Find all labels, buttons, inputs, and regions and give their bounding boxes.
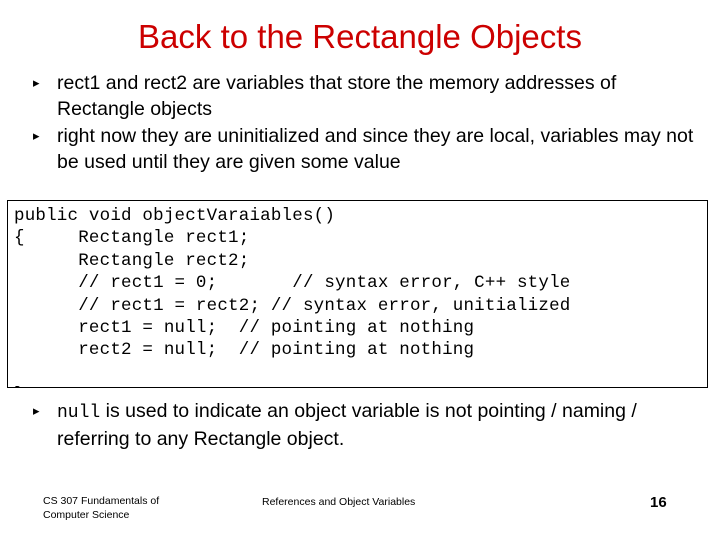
list-item-label-rest: is used to indicate an object variable i… bbox=[57, 400, 637, 450]
list-item-label: null is used to indicate an object varia… bbox=[57, 398, 702, 452]
list-item: ▸ null is used to indicate an object var… bbox=[0, 398, 720, 452]
bullet-marker-icon: ▸ bbox=[33, 75, 40, 90]
list-item-label: right now they are uninitialized and sin… bbox=[57, 125, 694, 173]
bullet-marker-icon: ▸ bbox=[33, 128, 40, 143]
list-item-label: rect1 and rect2 are variables that store… bbox=[57, 72, 617, 120]
list-item: ▸ rect1 and rect2 are variables that sto… bbox=[0, 70, 720, 122]
slide-footer: CS 307 Fundamentals of Computer Science … bbox=[0, 494, 720, 534]
bullet-list-bottom: ▸ null is used to indicate an object var… bbox=[0, 398, 720, 453]
list-item: ▸ right now they are uninitialized and s… bbox=[0, 123, 720, 175]
footer-course-label: CS 307 Fundamentals of Computer Science bbox=[43, 495, 160, 521]
footer-topic-label: References and Object Variables bbox=[262, 496, 416, 508]
bullet-list-top: ▸ rect1 and rect2 are variables that sto… bbox=[0, 70, 720, 176]
code-block: public void objectVaraiables() { Rectang… bbox=[7, 200, 708, 388]
code-keyword-null: null bbox=[57, 403, 101, 423]
code-block-text: public void objectVaraiables() { Rectang… bbox=[14, 206, 571, 387]
footer-page-number: 16 bbox=[650, 494, 667, 511]
bullet-marker-icon: ▸ bbox=[33, 403, 40, 418]
page-title: Back to the Rectangle Objects bbox=[138, 18, 582, 55]
